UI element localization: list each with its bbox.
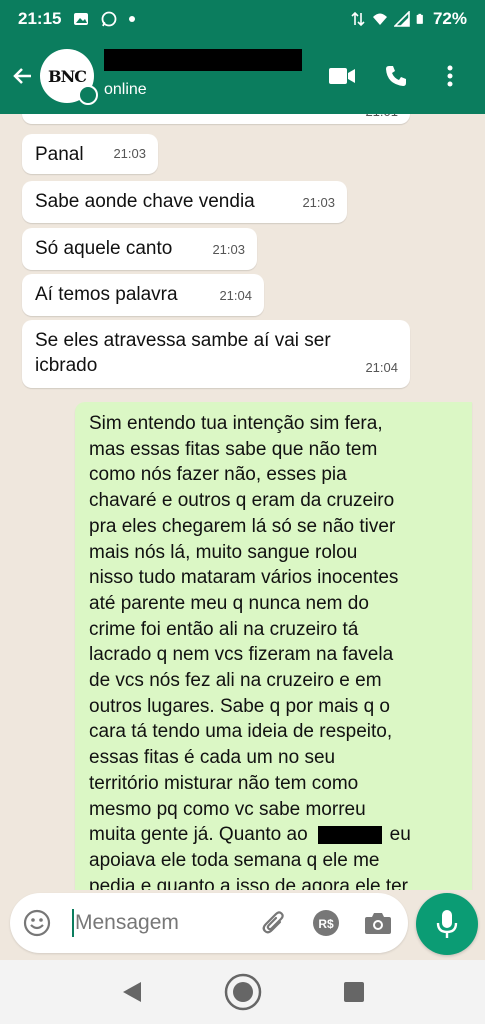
battery-icon: [416, 13, 423, 24]
gallery-icon: [74, 13, 89, 25]
nav-back-icon[interactable]: [121, 980, 143, 1004]
message-field[interactable]: Mensagem R$: [10, 893, 408, 953]
text-cursor: [72, 909, 74, 937]
redacted-contact-name: [104, 49, 302, 71]
chat-header: BNC online: [0, 38, 485, 114]
message-incoming[interactable]: Panal 21:03: [22, 134, 158, 174]
camera-icon[interactable]: [364, 910, 392, 936]
message-incoming[interactable]: Aí temos palavra 21:04: [22, 274, 264, 316]
kebab-menu-icon: [447, 65, 453, 87]
message-line: chavaré e outros q eram da cruzeiro: [89, 490, 395, 512]
message-line: pedia e quanto a isso de agora ele ter: [89, 875, 409, 890]
message-line-with-redaction: muita gente já. Quanto ao eu: [89, 822, 464, 848]
message-text: Sim entendo tua intenção sim fera, mas e…: [89, 411, 464, 890]
message-line: território misturar não tem como: [89, 772, 359, 794]
battery-level: 72%: [432, 9, 467, 28]
avatar[interactable]: BNC: [40, 49, 98, 105]
avatar-logo: BNC: [48, 66, 87, 86]
message-line: até parente meu q nunca nem do: [89, 592, 369, 614]
message-line-suffix: eu: [389, 824, 411, 846]
message-outgoing[interactable]: Sim entendo tua intenção sim fera, mas e…: [75, 402, 472, 890]
message-text: Sabe aonde chave vendia: [35, 191, 255, 212]
message-text: Aí temos palavra: [35, 284, 178, 305]
message-text: Se eles atravessa sambe aí vai ser icbra…: [35, 330, 331, 376]
message-line: de vcs nós fez ali na cruzeiro e em: [89, 670, 382, 692]
message-line: essas fitas é cada um no seu: [89, 747, 336, 769]
message-line: outros lugares. Sabe q por mais q o: [89, 695, 391, 717]
message-line: pra eles chegarem lá só se não tiver: [89, 515, 396, 537]
message-time: 21:01: [365, 114, 398, 124]
signal-icon: [393, 11, 410, 27]
message-incoming[interactable]: Sabe aonde chave vendia 21:03: [22, 181, 347, 223]
notification-dot: [129, 16, 136, 22]
message-time: 21:03: [113, 146, 146, 161]
message-line: mais nós lá, muito sangue rolou: [89, 541, 358, 563]
message-line: mas essas fitas sabe que não tem: [89, 438, 378, 460]
payment-rs-icon[interactable]: R$: [312, 909, 340, 937]
contact-info[interactable]: online: [104, 46, 302, 106]
phone-icon: [386, 66, 406, 86]
message-line: como nós fazer não, esses pia: [89, 464, 347, 486]
voice-message-button[interactable]: [416, 893, 478, 955]
message-line: nisso tudo mataram vários inocentes: [89, 567, 399, 589]
message-incoming[interactable]: Só aquele canto 21:03: [22, 228, 257, 270]
message-text: Só aquele canto: [35, 238, 173, 259]
emoji-icon[interactable]: [22, 908, 52, 938]
voice-call-button[interactable]: [381, 61, 411, 91]
svg-text:R$: R$: [318, 917, 334, 931]
nav-recents-icon[interactable]: [343, 981, 365, 1003]
clock: 21:15: [18, 9, 62, 28]
system-nav-bar: [0, 960, 485, 1024]
microphone-icon: [436, 910, 458, 938]
contact-status: online: [104, 81, 147, 98]
message-incoming[interactable]: Se eles atravessa sambe aí vai ser icbra…: [22, 320, 410, 388]
message-time: 21:03: [302, 195, 335, 210]
message-list[interactable]: 21:01 Panal 21:03 Sabe aonde chave vendi…: [0, 114, 485, 890]
redacted-name: [317, 826, 382, 845]
whatsapp-icon: [102, 11, 117, 27]
message-input[interactable]: Mensagem: [75, 911, 179, 935]
message-line: Sim entendo tua intenção sim fera,: [89, 413, 383, 434]
message-line: lacrado q nem vcs fizeram na favela: [89, 644, 394, 666]
video-camera-icon: [329, 68, 355, 84]
message-time: 21:04: [219, 288, 252, 303]
status-bar: 21:15 72%: [0, 0, 485, 38]
back-arrow-icon: [13, 68, 31, 84]
message-text: Panal: [35, 144, 84, 165]
message-line: mesmo pq como vc sabe morreu: [89, 798, 366, 820]
video-call-button[interactable]: [327, 61, 357, 91]
data-arrows-icon: [351, 11, 365, 27]
nav-home-icon[interactable]: [224, 973, 262, 1011]
message-line: apoiava ele toda semana q ele me: [89, 849, 380, 871]
message-line: cara tá tendo uma ideia de respeito,: [89, 721, 393, 743]
message-time: 21:03: [212, 242, 245, 257]
message-time: 21:04: [365, 360, 398, 375]
message-incoming-partial[interactable]: 21:01: [22, 114, 410, 124]
message-line: muita gente já. Quanto ao: [89, 824, 308, 846]
community-badge-icon: [78, 85, 98, 105]
back-button[interactable]: [6, 56, 40, 96]
wifi-icon: [372, 13, 387, 25]
more-options-button[interactable]: [435, 61, 465, 91]
attach-paperclip-icon[interactable]: [260, 909, 288, 937]
message-line: crime foi então ali na cruzeiro tá: [89, 618, 359, 640]
compose-bar: Mensagem R$: [0, 890, 485, 960]
